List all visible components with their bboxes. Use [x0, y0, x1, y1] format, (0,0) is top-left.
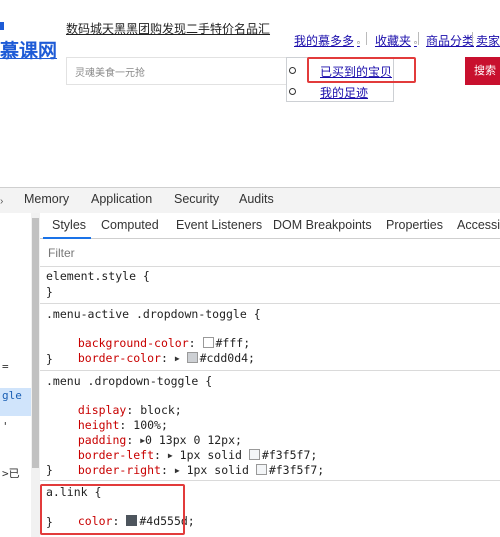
- property-name: border-color: [77, 351, 161, 365]
- dom-fragment: gle: [2, 389, 22, 402]
- logo-edge-fragment: [0, 22, 4, 30]
- dom-fragment: >已: [2, 467, 20, 480]
- expand-triangle-icon[interactable]: ▶: [175, 354, 180, 363]
- dom-fragment: =: [2, 360, 9, 373]
- property-name: border-right: [77, 463, 161, 477]
- search-placeholder: 灵魂美食一元抢: [75, 68, 145, 79]
- category-links[interactable]: 数码城天黑黑团购发现二手特价名品汇: [66, 20, 270, 37]
- chevron-down-icon: ▫: [357, 38, 360, 47]
- property-value: #cdd0d4;: [199, 351, 255, 365]
- nav-divider: [472, 32, 473, 45]
- dom-fragment: ': [2, 420, 9, 433]
- property-value: 1px solid #f3f5f7;: [186, 463, 325, 477]
- tab-accessibility[interactable]: Accessibil: [457, 218, 500, 232]
- nav-favorites-label: 收藏夹: [375, 34, 412, 48]
- elements-panel-fragment: [0, 213, 32, 537]
- divider: [40, 370, 500, 371]
- tab-security[interactable]: Security: [174, 192, 219, 206]
- rule-selector: .menu .dropdown-toggle {: [46, 374, 213, 388]
- divider: [40, 303, 500, 304]
- search-input[interactable]: 灵魂美食一元抢: [66, 57, 294, 85]
- nav-divider: [366, 32, 367, 45]
- rule-close: }: [46, 285, 53, 299]
- site-logo[interactable]: 慕课网: [0, 36, 57, 63]
- divider: [40, 480, 500, 481]
- scrollbar-thumb[interactable]: [32, 218, 39, 468]
- tab-event-listeners[interactable]: Event Listeners: [176, 218, 262, 232]
- rule-close: }: [46, 352, 53, 366]
- rule-close: }: [46, 463, 53, 477]
- tab-properties[interactable]: Properties: [386, 218, 443, 232]
- overflow-chevron-icon[interactable]: ›: [0, 196, 3, 207]
- rule-selector: .menu-active .dropdown-toggle {: [46, 307, 261, 321]
- declaration-border-color[interactable]: border-color: ▶ #cdd0d4;: [64, 337, 255, 365]
- tab-memory[interactable]: Memory: [24, 192, 69, 206]
- tab-styles[interactable]: Styles: [52, 218, 86, 232]
- active-tab-indicator: [43, 237, 91, 239]
- styles-filter-input[interactable]: Filter: [48, 246, 75, 260]
- tab-dom-breakpoints[interactable]: DOM Breakpoints: [273, 218, 372, 232]
- nav-my-account[interactable]: 我的慕多多 ▫: [294, 32, 360, 49]
- chevron-down-icon: ▫: [414, 38, 417, 47]
- tab-audits[interactable]: Audits: [239, 192, 274, 206]
- color-swatch[interactable]: [255, 464, 267, 475]
- tab-computed[interactable]: Computed: [101, 218, 159, 232]
- search-button[interactable]: 搜索: [465, 57, 500, 85]
- highlight-box-a-link-rule: [40, 484, 185, 535]
- highlight-box-purchased: [307, 57, 416, 83]
- color-swatch[interactable]: [186, 352, 198, 363]
- expand-triangle-icon[interactable]: ▶: [175, 466, 180, 475]
- nav-seller[interactable]: 卖家: [476, 32, 500, 49]
- nav-divider: [418, 32, 419, 45]
- nav-categories[interactable]: 商品分类: [426, 32, 474, 49]
- declaration-border-right[interactable]: border-right: ▶ 1px solid #f3f5f7;: [64, 449, 324, 477]
- dropdown-item-footprint[interactable]: 我的足迹: [320, 84, 368, 101]
- divider: [40, 266, 500, 267]
- rule-selector: element.style {: [46, 269, 150, 283]
- bullet-icon: [289, 88, 296, 95]
- nav-favorites[interactable]: 收藏夹 ▫: [375, 32, 417, 49]
- tab-application[interactable]: Application: [91, 192, 152, 206]
- nav-my-account-label: 我的慕多多: [294, 34, 355, 48]
- bullet-icon: [289, 67, 296, 74]
